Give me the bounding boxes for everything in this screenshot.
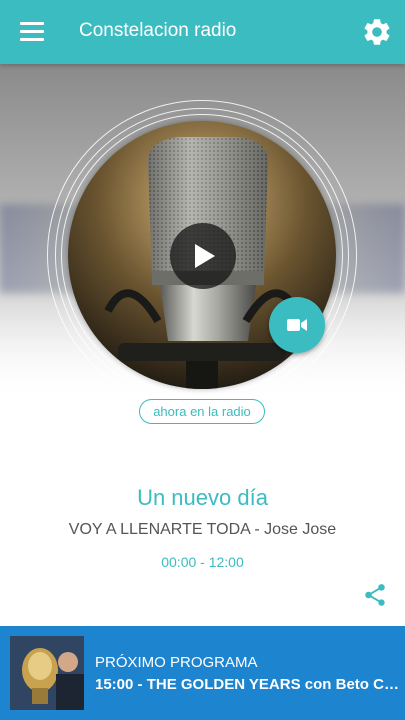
next-program-label: PRÓXIMO PROGRAMA	[95, 654, 258, 671]
on-air-badge: ahora en la radio	[139, 399, 265, 424]
app-title: Constelacion radio	[79, 20, 237, 41]
program-schedule: 00:00 - 12:00	[161, 554, 244, 570]
app-bar: Constelacion radio	[0, 0, 405, 64]
share-icon[interactable]	[362, 582, 388, 608]
hamburger-menu-icon[interactable]	[20, 22, 44, 42]
program-name: Un nuevo día	[137, 485, 268, 510]
next-program-thumbnail	[10, 636, 84, 710]
gear-icon[interactable]	[361, 16, 393, 48]
play-button[interactable]	[170, 223, 236, 289]
next-program-bar[interactable]: PRÓXIMO PROGRAMA 15:00 - THE GOLDEN YEAR…	[0, 626, 405, 720]
video-camera-icon	[287, 319, 307, 331]
play-icon	[195, 244, 215, 268]
now-playing-song: VOY A LLENARTE TODA - Jose Jose	[68, 521, 337, 538]
next-program-title: 15:00 - THE GOLDEN YEARS con Beto Cuevas	[95, 676, 400, 693]
player-hero	[0, 64, 405, 404]
video-button[interactable]	[269, 297, 325, 353]
